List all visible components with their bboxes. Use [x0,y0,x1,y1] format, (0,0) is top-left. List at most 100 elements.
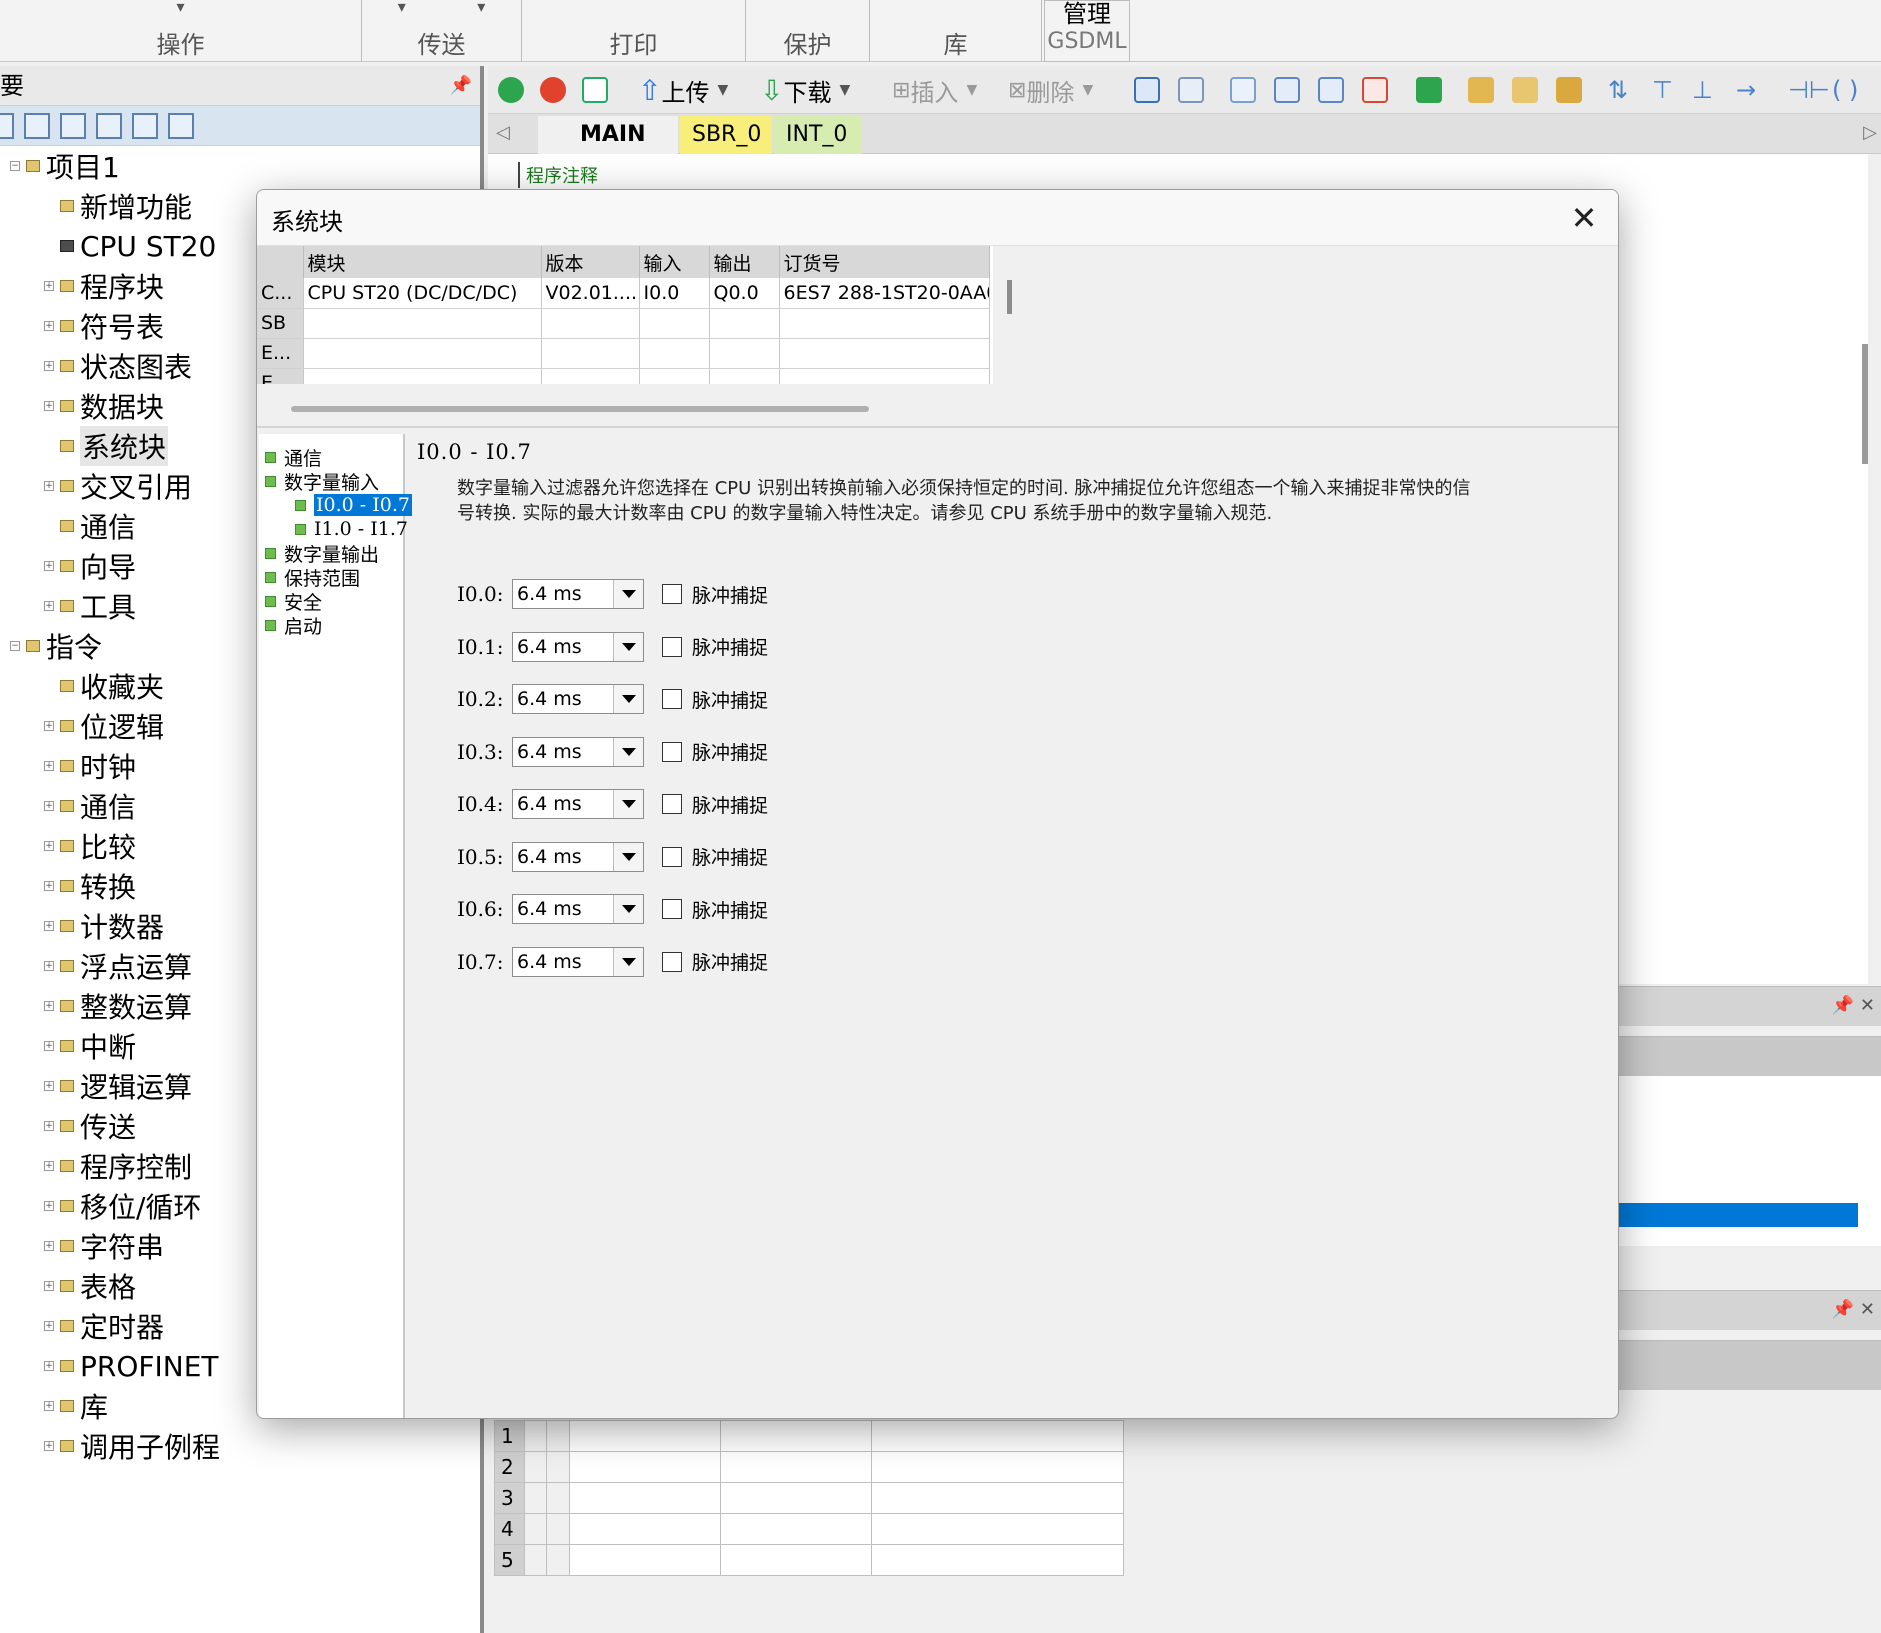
tree-item[interactable]: + 程序控制 [44,1146,192,1186]
pulse-catch-checkbox[interactable] [662,846,682,867]
dropdown-arrow-icon[interactable] [613,632,643,661]
expand-icon[interactable]: + [44,1361,54,1371]
pulse-catch-label[interactable]: 脉冲捕捉 [692,581,768,608]
table-cell[interactable] [546,1482,570,1514]
nav-item[interactable]: I0.0 - I0.7 [295,492,412,518]
pulse-catch-checkbox[interactable] [662,951,682,972]
scrollbar[interactable] [1862,344,1868,464]
tree-item[interactable]: + 向导 [44,546,136,586]
table-row[interactable]: 5 [493,1544,1125,1576]
network-icon[interactable] [1134,74,1160,106]
expand-icon[interactable]: + [44,361,54,371]
nav-item[interactable]: 通信 [265,444,322,470]
table-cell[interactable] [568,1482,721,1514]
table-cell[interactable] [568,1544,721,1576]
nav-item[interactable]: 启动 [265,612,322,638]
table-cell[interactable] [524,1482,548,1514]
expand-icon[interactable]: + [44,1041,54,1051]
tab-sbr-0[interactable]: SBR_0 [680,116,772,154]
tree-item[interactable]: + 数据块 [44,386,164,426]
filter-time-select[interactable]: 6.4 ms [512,579,644,609]
box-icon[interactable] [1230,74,1256,106]
table-cell[interactable] [779,368,990,384]
tree-item[interactable]: + 状态图表 [44,346,192,386]
tree-item[interactable]: + 工具 [44,586,136,626]
table-row[interactable]: 1 [493,1420,1125,1452]
nav-item[interactable]: 数字量输出 [265,540,379,566]
table-row[interactable]: 2 [493,1451,1125,1483]
pin-icon[interactable]: 📌 [450,66,472,106]
tree-item[interactable]: − 项目1 [10,146,120,186]
pulse-catch-checkbox[interactable] [662,741,682,762]
tree-item[interactable]: 收藏夹 [44,666,164,706]
nav-item[interactable]: 数字量输入 [265,468,379,494]
table-cell[interactable] [541,368,640,384]
upload-button[interactable]: ⇧ 上传 ▼ [638,74,728,107]
chart-icon[interactable] [132,112,158,139]
expand-icon[interactable]: + [44,281,54,291]
ribbon-group-print[interactable]: 打印 [522,0,746,62]
expand-icon[interactable]: + [44,1281,54,1291]
tree-item[interactable]: + 通信 [44,786,136,826]
table-cell[interactable] [639,308,710,339]
pin-icon[interactable]: 📌 ✕ [1832,1299,1875,1320]
pulse-catch-label[interactable]: 脉冲捕捉 [692,686,768,713]
table-cell[interactable] [303,338,542,369]
document-icon[interactable] [60,112,86,139]
filter-time-select[interactable]: 6.4 ms [512,631,644,662]
row-header[interactable]: C... [257,278,304,309]
pulse-catch-label[interactable]: 脉冲捕捉 [692,843,768,870]
table-row[interactable]: E... [257,338,990,369]
expand-icon[interactable]: + [44,401,54,411]
table-cell[interactable] [546,1544,570,1576]
column-header[interactable]: 模块 [303,246,542,278]
filter-time-select[interactable]: 6.4 ms [512,684,644,714]
tree-item[interactable]: + 浮点运算 [44,946,192,986]
expand-icon[interactable]: + [44,881,54,891]
ribbon-group-protect[interactable]: 保护 [746,0,870,62]
expand-icon[interactable]: + [44,1401,54,1411]
branch-down-icon[interactable]: ⊤ [1652,74,1673,106]
tree-item[interactable]: + 字符串 [44,1226,164,1266]
table-cell[interactable] [546,1451,570,1483]
tree-item[interactable]: 新增功能 [44,186,192,226]
dropdown-arrow-icon[interactable] [613,685,643,713]
table-cell[interactable] [546,1513,570,1545]
table-row[interactable]: SB [257,308,990,339]
network-2-icon[interactable] [1178,74,1204,106]
line-up-icon[interactable]: ⊥ [1692,74,1713,106]
table-cell[interactable] [546,1420,570,1452]
pin-icon[interactable]: 📌 ✕ [1832,995,1875,1016]
table-cell[interactable] [568,1451,721,1483]
table-cell[interactable] [709,368,780,384]
tab-int-0[interactable]: INT_0 [774,116,862,154]
expand-icon[interactable]: + [44,1001,54,1011]
column-header[interactable] [257,246,304,278]
close-button[interactable]: ✕ [1564,198,1604,238]
ribbon-group-transfer[interactable]: ▾ ▾ 传送 [362,0,522,62]
tree-item[interactable]: CPU ST20 [44,226,216,266]
table-cell[interactable] [719,1482,872,1514]
filter-time-select[interactable]: 6.4 ms [512,894,644,924]
tree-item[interactable]: + 库 [44,1386,108,1426]
selected-row[interactable] [1600,1203,1858,1227]
lock-icon[interactable] [1468,74,1494,106]
table-cell[interactable] [709,338,780,369]
arrow-right-icon[interactable] [1318,74,1344,106]
table-cell[interactable] [719,1451,872,1483]
table-cell[interactable] [870,1544,1125,1576]
table-cell[interactable] [719,1544,872,1576]
collapse-icon[interactable]: − [10,161,20,171]
dropdown-arrow-icon[interactable] [613,580,643,608]
program-comment[interactable]: 程序注释 [518,162,598,188]
table-cell[interactable]: CPU ST20 (DC/DC/DC) [303,278,542,309]
expand-icon[interactable]: + [44,961,54,971]
ribbon-group-library[interactable]: 库 [870,0,1042,62]
tree-item[interactable]: + 位逻辑 [44,706,164,746]
pulse-catch-label[interactable]: 脉冲捕捉 [692,948,768,975]
pulse-catch-label[interactable]: 脉冲捕捉 [692,791,768,818]
filter-time-select[interactable]: 6.4 ms [512,841,644,872]
tree-item[interactable]: + PROFINET [44,1346,218,1386]
table-cell[interactable] [709,308,780,339]
ribbon-group-operations[interactable]: ▾ 操作 [0,0,362,62]
